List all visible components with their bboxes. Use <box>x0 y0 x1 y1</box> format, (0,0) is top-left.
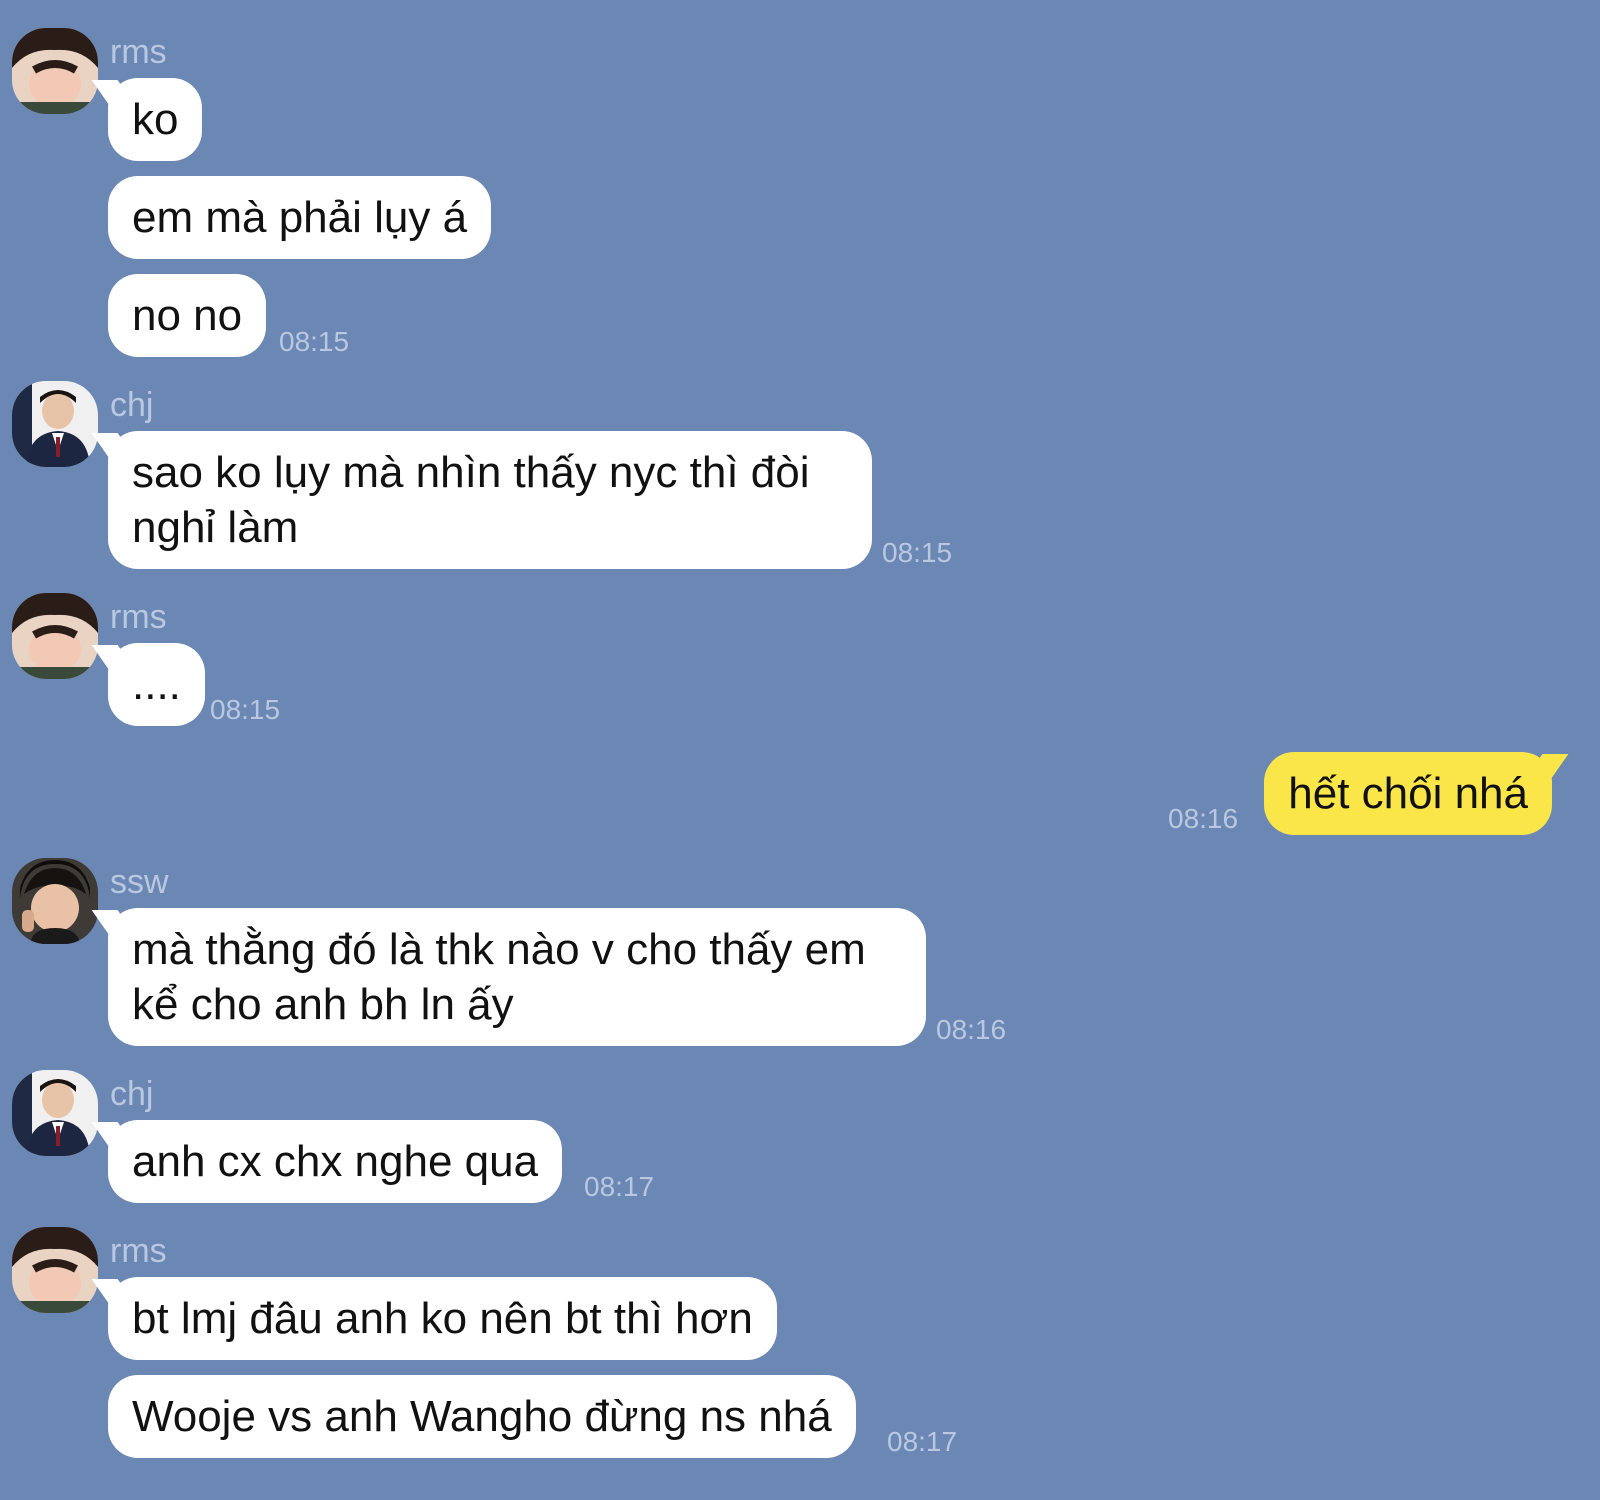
message-bubble[interactable]: em mà phải lụy á <box>108 176 492 259</box>
message-bubble[interactable]: ko <box>108 78 203 161</box>
message-time: 08:15 <box>882 537 953 568</box>
message-bubble[interactable]: no no <box>108 274 267 357</box>
message-time: 08:16 <box>1168 803 1239 834</box>
avatar-rms[interactable] <box>12 1227 98 1313</box>
message-time: 08:17 <box>584 1171 655 1202</box>
sender-name: chj <box>110 1075 154 1113</box>
avatar-chj[interactable] <box>12 381 98 467</box>
message-time: 08:16 <box>936 1014 1007 1045</box>
sender-name: rms <box>110 1232 167 1270</box>
sender-name: chj <box>110 386 154 424</box>
sender-name: rms <box>110 598 167 636</box>
message-bubble[interactable]: anh cx chx nghe qua <box>108 1120 563 1203</box>
sender-name: ssw <box>110 863 169 901</box>
message-bubble[interactable]: Wooje vs anh Wangho đừng ns nhá <box>108 1375 856 1458</box>
avatar-rms[interactable] <box>12 28 98 114</box>
avatar-chj[interactable] <box>12 1070 98 1156</box>
message-time: 08:15 <box>279 326 350 357</box>
message-time: 08:17 <box>887 1426 958 1457</box>
sender-name: rms <box>110 33 167 71</box>
message-bubble[interactable]: bt lmj đâu anh ko nên bt thì hơn <box>108 1277 777 1360</box>
avatar-ssw[interactable] <box>12 858 98 944</box>
chat-area[interactable]: rms ko em mà phải lụy á no no 08:15 chj … <box>0 0 1600 1500</box>
my-message-bubble[interactable]: hết chối nhá <box>1264 752 1552 835</box>
message-bubble[interactable]: mà thằng đó là thk nào v cho thấy em kể … <box>108 908 926 1046</box>
avatar-rms[interactable] <box>12 593 98 679</box>
message-time: 08:15 <box>210 694 281 725</box>
message-bubble[interactable]: .... <box>108 643 205 726</box>
message-bubble[interactable]: sao ko lụy mà nhìn thấy nyc thì đòi nghỉ… <box>108 431 872 569</box>
